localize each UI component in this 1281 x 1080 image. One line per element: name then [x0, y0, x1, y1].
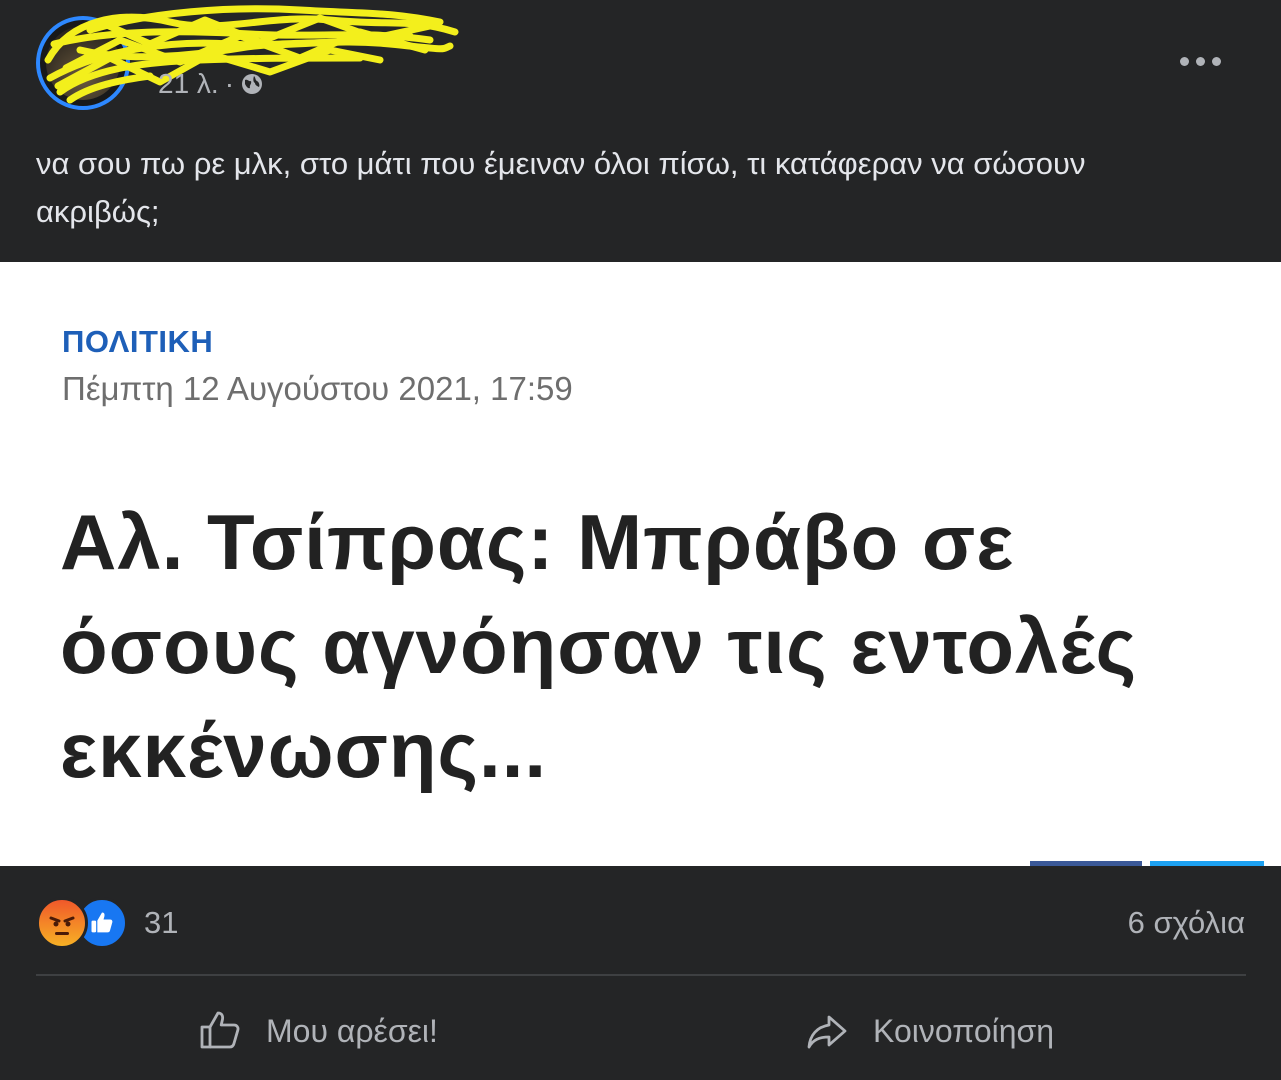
angry-icon	[36, 897, 88, 949]
like-button-label: Μου αρέσει!	[266, 1012, 438, 1049]
thumbs-up-icon	[200, 1011, 240, 1049]
meta-separator: ·	[224, 68, 235, 99]
twitter-share-strip	[1150, 861, 1264, 866]
post-meta: 21 λ. ·	[158, 68, 264, 100]
article-screenshot[interactable]: ΠΟΛΙΤΙΚΗ Πέμπτη 12 Αυγούστου 2021, 17:59…	[0, 262, 1281, 866]
comments-count-link[interactable]: 6 σχόλια	[1128, 905, 1245, 941]
reaction-count: 31	[144, 905, 179, 940]
globe-icon	[242, 74, 263, 94]
share-arrow-icon	[807, 1015, 847, 1049]
dot-icon	[1195, 56, 1205, 66]
share-button-label: Κοινοποίηση	[873, 1012, 1055, 1049]
dot-icon	[1211, 56, 1221, 66]
divider	[36, 974, 1246, 976]
like-button[interactable]: Μου αρέσει!	[196, 1000, 438, 1062]
article-date: Πέμπτη 12 Αυγούστου 2021, 17:59	[62, 370, 573, 407]
article-headline: Αλ. Τσίπρας: Μπράβο σε όσους αγνόησαν τι…	[60, 498, 1138, 794]
post-header: 21 λ. ·	[0, 0, 1281, 130]
more-options-button[interactable]	[1172, 40, 1228, 82]
facebook-share-strip	[1030, 861, 1142, 866]
dot-icon	[1179, 56, 1189, 66]
post-time[interactable]: 21 λ.	[158, 68, 219, 100]
share-button[interactable]: Κοινοποίηση	[803, 1000, 1054, 1062]
post-text: να σου πω ρε μλκ, στο μάτι που έμειναν ό…	[36, 146, 1086, 229]
article-category: ΠΟΛΙΤΙΚΗ	[62, 324, 214, 359]
reactions-summary[interactable]: 31	[36, 896, 178, 950]
